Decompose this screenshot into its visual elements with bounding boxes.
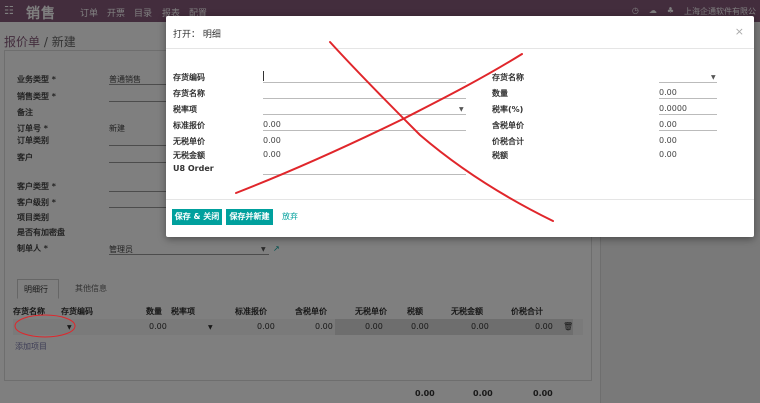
- label-total: 价税合计: [492, 137, 524, 146]
- close-icon[interactable]: ×: [735, 25, 744, 38]
- value-qty[interactable]: 0.00: [659, 88, 677, 97]
- label-notax-unit: 无税单价: [173, 137, 205, 146]
- detail-dialog: 打开： 明细 × 存货编码 存货名称 税率项 ▼ 标准报价 0.00 无税单价 …: [166, 16, 754, 237]
- value-tax: 0.00: [659, 150, 677, 159]
- input-item-name[interactable]: [263, 98, 466, 99]
- value-tax-unit[interactable]: 0.00: [659, 120, 677, 129]
- label-std-price: 标准报价: [173, 121, 205, 130]
- dialog-divider: [166, 48, 754, 49]
- value-notax-unit: 0.00: [263, 136, 281, 145]
- save-new-button[interactable]: 保存并新建: [226, 209, 273, 225]
- label-tax: 税额: [492, 151, 508, 160]
- input-item-code[interactable]: [263, 82, 466, 83]
- label-item-code: 存货编码: [173, 73, 205, 82]
- label-item-name-right: 存货名称: [492, 73, 524, 82]
- label-tax-unit: 含税单价: [492, 121, 524, 130]
- value-tax-rate[interactable]: 0.0000: [659, 104, 687, 113]
- save-close-button[interactable]: 保存 & 关闭: [172, 209, 222, 225]
- value-notax-amt: 0.00: [263, 150, 281, 159]
- value-total: 0.00: [659, 136, 677, 145]
- text-cursor: [263, 71, 264, 81]
- label-tax-rate: 税率(%): [492, 105, 524, 114]
- label-notax-amt: 无税金额: [173, 151, 205, 160]
- input-tax-unit[interactable]: [659, 130, 717, 131]
- value-std-price[interactable]: 0.00: [263, 120, 281, 129]
- dialog-footer-divider: [166, 199, 754, 200]
- input-std-price[interactable]: [263, 130, 466, 131]
- label-qty: 数量: [492, 89, 508, 98]
- input-tax-rate[interactable]: [659, 114, 717, 115]
- discard-button[interactable]: 放弃: [282, 209, 298, 225]
- select-item-name[interactable]: [659, 82, 717, 83]
- chevron-down-icon[interactable]: ▼: [459, 106, 464, 113]
- select-tax-item[interactable]: [263, 114, 466, 115]
- input-qty[interactable]: [659, 98, 717, 99]
- label-item-name: 存货名称: [173, 89, 205, 98]
- dialog-title: 打开： 明细: [173, 30, 221, 40]
- chevron-down-icon[interactable]: ▼: [711, 74, 716, 81]
- label-u8-order: U8 Order: [173, 164, 214, 173]
- label-tax-item: 税率项: [173, 105, 197, 114]
- input-u8-order[interactable]: [263, 174, 466, 175]
